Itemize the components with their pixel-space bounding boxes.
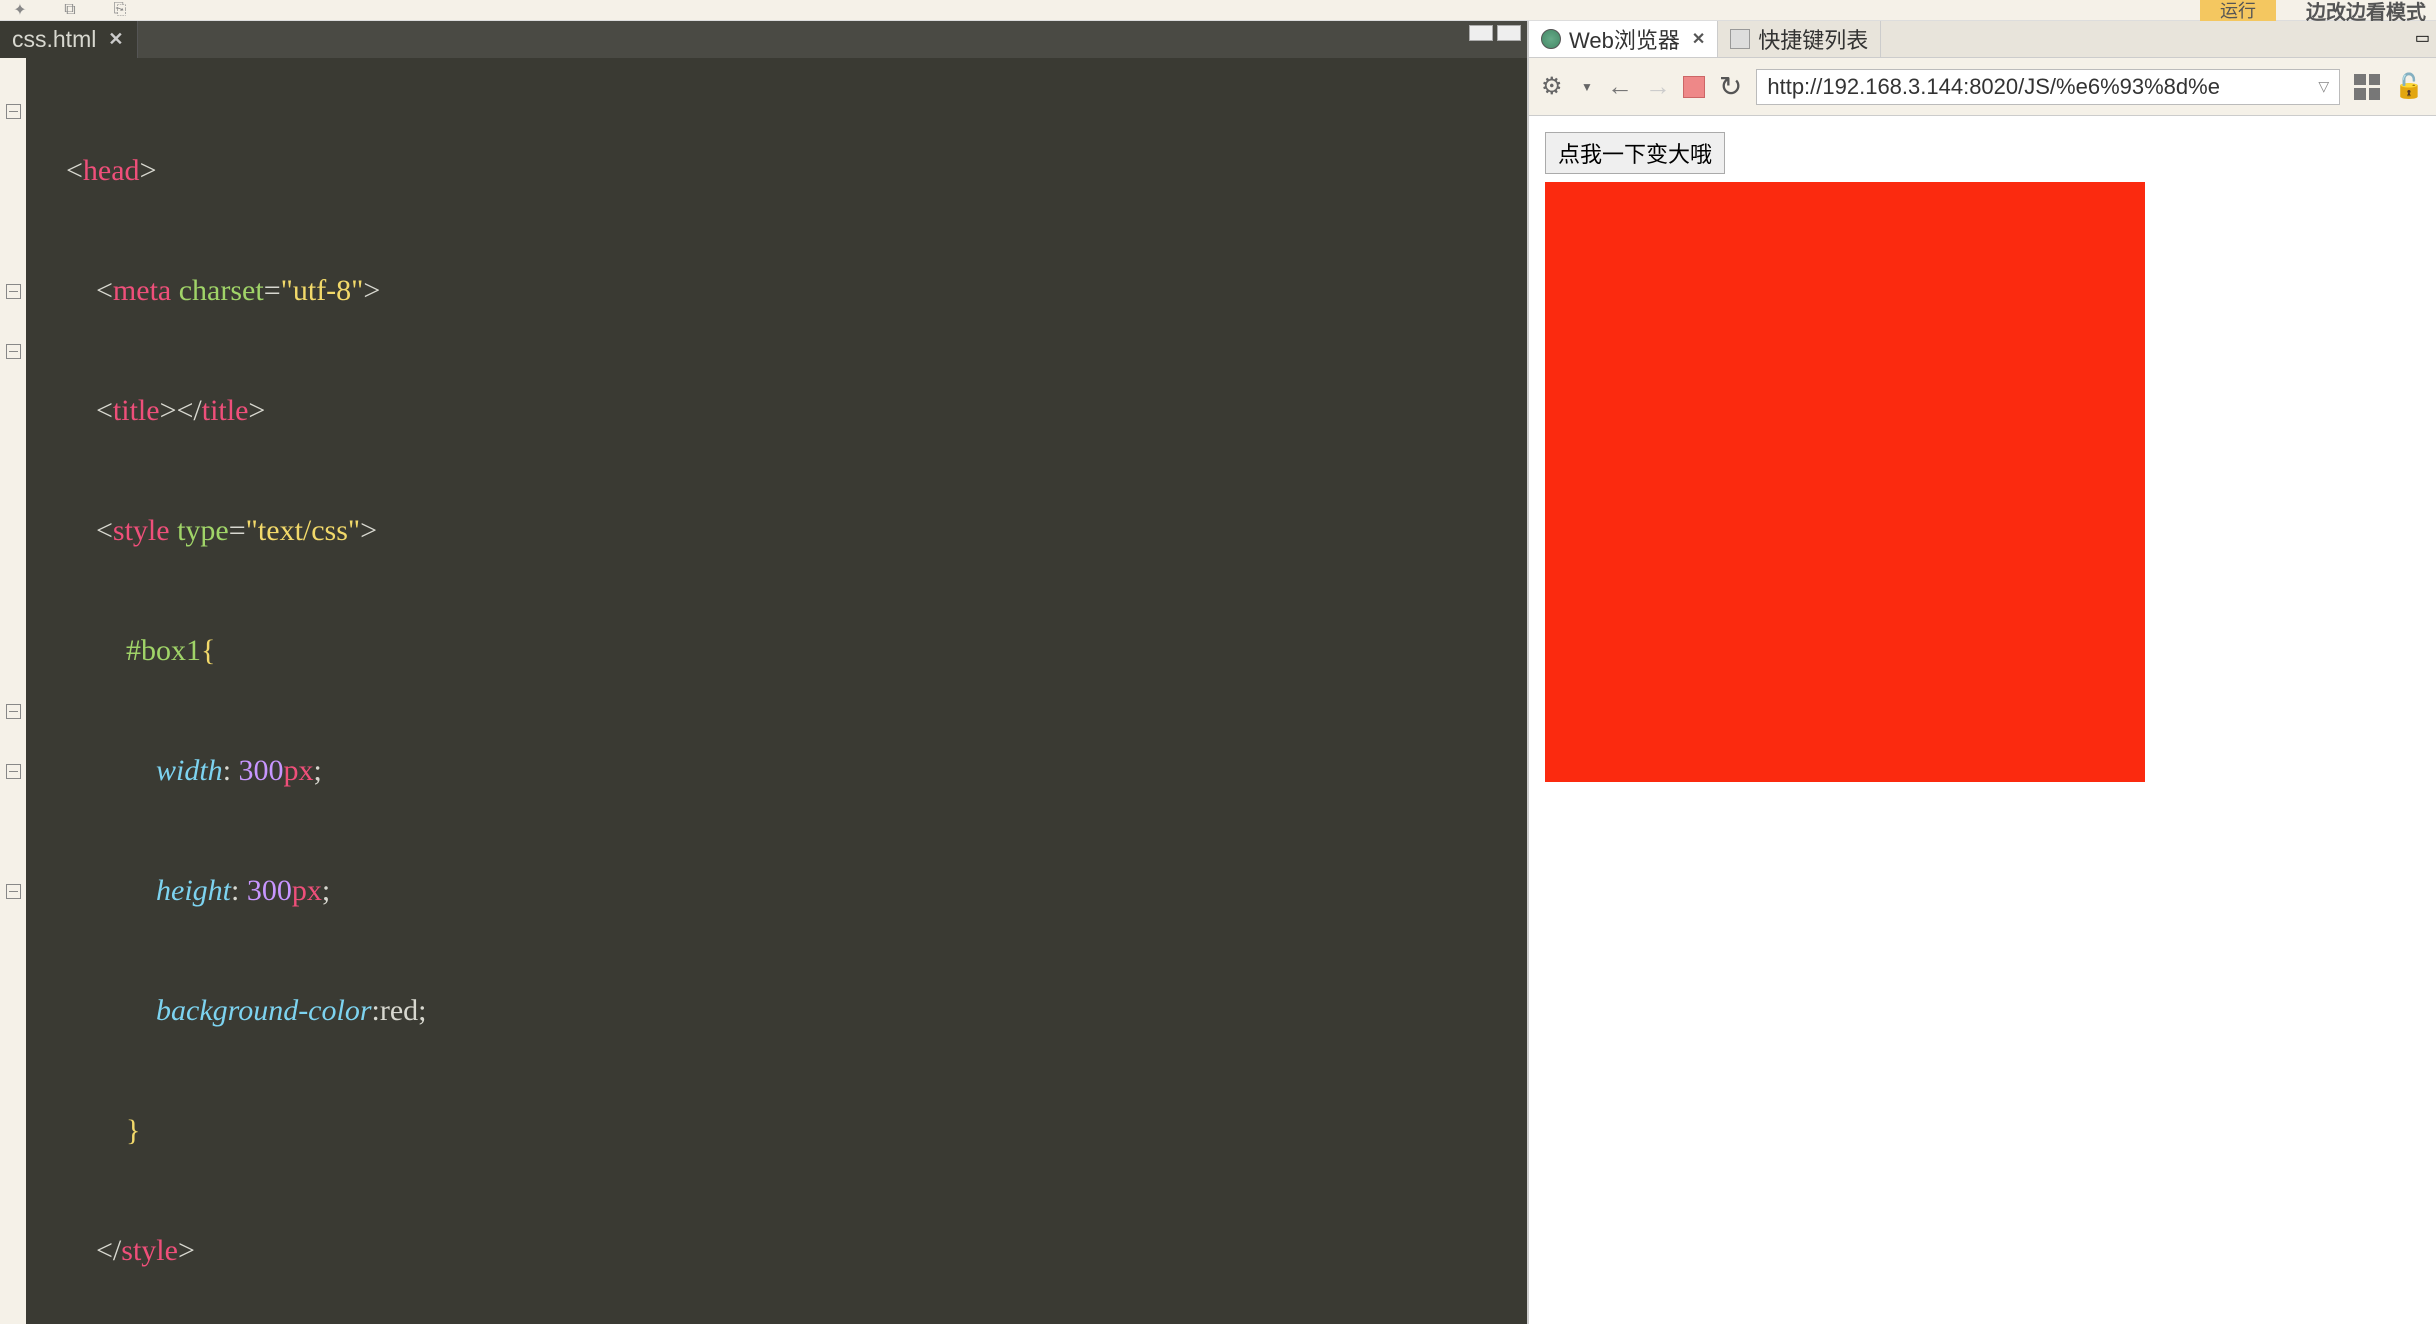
lock-icon[interactable]: 🔓 (2394, 72, 2424, 101)
shortcut-icon (1730, 29, 1750, 49)
code-editor[interactable]: <head> <meta charset="utf-8"> <title></t… (0, 58, 1527, 1324)
editor-tab-bar: css.html ✕ (0, 21, 1527, 58)
back-button[interactable]: ← (1607, 71, 1631, 102)
top-toolbar: ✦ ⧉ ⎘ 运行 边改边看模式 (0, 0, 2436, 21)
globe-icon (1541, 29, 1561, 49)
toolbar-icon[interactable]: ⧉ (60, 2, 80, 18)
fold-icon[interactable] (6, 284, 21, 299)
browser-tab-web[interactable]: Web浏览器 ✕ (1529, 21, 1718, 57)
url-text: http://192.168.3.144:8020/JS/%e6%93%8d%e (1767, 74, 2220, 100)
minimize-icon[interactable] (1469, 25, 1493, 41)
editor-tab[interactable]: css.html ✕ (0, 21, 138, 58)
fold-icon[interactable] (6, 704, 21, 719)
tab-filename: css.html (12, 26, 96, 53)
stop-button[interactable] (1683, 76, 1705, 98)
browser-pane: Web浏览器 ✕ 快捷键列表 ▭ ⚙ ▼ ← → ↻ http://192.16… (1527, 21, 2436, 1324)
tab-label: Web浏览器 (1569, 23, 1680, 55)
demo-enlarge-button[interactable]: 点我一下变大哦 (1545, 132, 1725, 174)
toolbar-icon[interactable]: ⎘ (110, 2, 130, 18)
close-icon[interactable]: ✕ (108, 29, 123, 50)
fold-icon[interactable] (6, 764, 21, 779)
forward-button[interactable]: → (1645, 71, 1669, 102)
fold-icon[interactable] (6, 884, 21, 899)
url-input[interactable]: http://192.168.3.144:8020/JS/%e6%93%8d%e… (1756, 69, 2340, 105)
browser-tab-bar: Web浏览器 ✕ 快捷键列表 ▭ (1529, 21, 2436, 58)
close-icon[interactable]: ✕ (1692, 29, 1705, 49)
chevron-down-icon[interactable]: ▽ (2318, 78, 2329, 95)
fold-gutter (0, 58, 26, 1324)
browser-toolbar: ⚙ ▼ ← → ↻ http://192.168.3.144:8020/JS/%… (1529, 58, 2436, 116)
tab-label: 快捷键列表 (1758, 23, 1868, 55)
editor-pane: css.html ✕ (0, 21, 1527, 1324)
browser-tab-shortcuts[interactable]: 快捷键列表 (1718, 21, 1881, 57)
pane-maximize-icon[interactable]: ▭ (2415, 28, 2430, 48)
browser-viewport: 点我一下变大哦 (1529, 116, 2436, 1324)
main-split: css.html ✕ (0, 21, 2436, 1324)
qr-icon[interactable] (2354, 74, 2380, 100)
gear-icon[interactable]: ⚙ (1541, 74, 1567, 100)
pane-window-controls (1469, 25, 1521, 41)
toolbar-icon[interactable]: ✦ (10, 2, 30, 18)
fold-icon[interactable] (6, 344, 21, 359)
box1-element (1545, 182, 2145, 782)
code-content[interactable]: <head> <meta charset="utf-8"> <title></t… (26, 58, 1527, 1324)
chevron-down-icon[interactable]: ▼ (1581, 80, 1593, 94)
fold-icon[interactable] (6, 104, 21, 119)
reload-button[interactable]: ↻ (1719, 70, 1742, 103)
maximize-icon[interactable] (1497, 25, 1521, 41)
